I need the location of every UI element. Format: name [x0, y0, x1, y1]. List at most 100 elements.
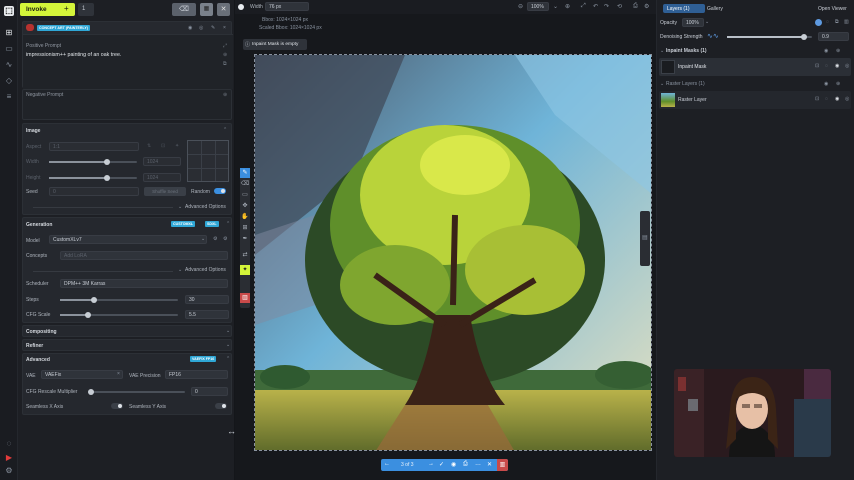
zoom-out-icon[interactable]: ⊖: [518, 3, 523, 10]
negative-add-icon[interactable]: ⊕: [223, 92, 227, 98]
opacity-dropdown-icon[interactable]: ⌄: [705, 19, 709, 25]
raster-visibility-icon[interactable]: ◉: [824, 81, 828, 87]
prompt-add-icon[interactable]: ⊕: [223, 52, 227, 58]
height-input[interactable]: 1024: [143, 173, 181, 182]
batch-count-field[interactable]: 1: [78, 3, 94, 16]
scheduler-select[interactable]: DPM++ 3M Karras: [60, 279, 228, 288]
raster-add-icon[interactable]: ⊕: [836, 81, 840, 87]
height-slider[interactable]: [49, 175, 137, 181]
vae-select[interactable]: VAEFix: [41, 370, 123, 379]
swap-colors-icon[interactable]: ⇄: [240, 250, 250, 260]
zoom-dropdown-icon[interactable]: ⌄: [553, 3, 558, 10]
group-visibility-icon[interactable]: ◉: [824, 48, 828, 54]
prompt-copy-icon[interactable]: ⧉: [223, 61, 227, 67]
lock-aspect-icon[interactable]: ⊡: [161, 143, 165, 149]
zoom-in-icon[interactable]: ⊕: [565, 3, 570, 10]
group-add-icon[interactable]: ⊕: [836, 48, 840, 54]
image-advanced-options[interactable]: Advanced Options: [185, 204, 226, 210]
discard-all-icon[interactable]: ▥: [497, 459, 508, 471]
color-picker-icon[interactable]: ✒: [240, 234, 250, 244]
random-seed-toggle[interactable]: [214, 188, 226, 194]
cfg-rescale-input[interactable]: 0: [191, 387, 228, 396]
cancel-queue-button[interactable]: ▦: [200, 3, 213, 16]
invoke-button[interactable]: Invoke +: [20, 3, 75, 16]
advanced-title[interactable]: Advanced: [26, 357, 50, 363]
eraser-button[interactable]: ⌫: [172, 3, 196, 16]
hand-tool-icon[interactable]: ✋: [240, 212, 250, 222]
cfg-rescale-slider[interactable]: [88, 389, 185, 395]
image-section-title[interactable]: Image: [26, 128, 40, 134]
open-viewer-button[interactable]: Open Viewer: [818, 6, 847, 12]
bbox-tool-icon[interactable]: ⊞: [240, 223, 250, 233]
denoise-slider[interactable]: [727, 34, 812, 40]
canvas-area[interactable]: Width 76 px ⊖ 100% ⌄ ⊕ ⤢ ↶ ↷ ⟲ ⎙ ⚙ Bbox:…: [227, 0, 656, 480]
mask-lock-icon[interactable]: ⊡: [815, 63, 819, 69]
zoom-input[interactable]: 100%: [527, 2, 549, 11]
raster-layers-group[interactable]: ⌄ Raster Layers (1) ◉ ⊕: [659, 79, 851, 89]
fit-icon[interactable]: ⤢: [581, 3, 586, 10]
lightbulb-icon[interactable]: ◌: [4, 439, 14, 449]
reset-icon[interactable]: ⟲: [617, 3, 622, 10]
tab-gallery[interactable]: Gallery: [707, 6, 723, 12]
steps-input[interactable]: 30: [185, 295, 229, 304]
shuffle-seed-button[interactable]: Shuffle Seed: [144, 187, 186, 196]
rectangle-tool-icon[interactable]: ▭: [240, 190, 250, 200]
raster-visibility-toggle-icon[interactable]: ◉: [835, 96, 839, 102]
layer-delete-icon[interactable]: ▥: [844, 19, 849, 25]
compositing-section[interactable]: Compositing ⌄: [22, 325, 232, 337]
advanced-collapse-chevron-icon[interactable]: ⌃: [226, 356, 230, 362]
more-icon[interactable]: …: [475, 461, 481, 467]
next-image-icon[interactable]: →: [428, 461, 434, 467]
negative-prompt-textarea[interactable]: Negative Prompt ⊕: [22, 89, 232, 120]
opacity-input[interactable]: 100%: [682, 18, 704, 27]
discard-icon[interactable]: ✕: [487, 461, 492, 468]
vae-precision-select[interactable]: FP16: [165, 370, 228, 379]
layer-add-icon[interactable]: ◌: [826, 19, 829, 25]
refiner-section[interactable]: Refiner ⌄: [22, 339, 232, 351]
toggle-visibility-icon[interactable]: ◉: [451, 461, 456, 468]
seed-input[interactable]: 0: [49, 187, 139, 196]
brush-width-input[interactable]: 76 px: [265, 2, 309, 11]
prompt-expand-icon[interactable]: ⤢: [223, 43, 227, 49]
width-slider[interactable]: [49, 159, 137, 165]
prev-image-icon[interactable]: ←: [384, 461, 390, 467]
eye-icon[interactable]: ◉: [188, 25, 192, 31]
tab-layers[interactable]: Layers (1): [663, 4, 705, 13]
cfg-slider[interactable]: [60, 312, 178, 318]
raster-settings-icon[interactable]: ◌: [825, 96, 828, 102]
accept-image-icon[interactable]: ✓: [439, 461, 444, 468]
generation-advanced-options[interactable]: Advanced Options: [185, 267, 226, 273]
clear-queue-button[interactable]: ✕: [217, 3, 230, 16]
youtube-icon[interactable]: ▶: [4, 453, 14, 463]
redo-icon[interactable]: ↷: [604, 3, 609, 10]
positive-prompt-textarea[interactable]: Positive Prompt impressionism++ painting…: [23, 34, 233, 89]
mask-settings-icon[interactable]: ◌: [825, 63, 828, 69]
model-select[interactable]: CustomXLv7: [49, 235, 207, 244]
denoise-input[interactable]: 0.9: [818, 32, 849, 41]
delete-icon[interactable]: ▥: [240, 293, 250, 303]
eraser-tool-icon[interactable]: ⌫: [240, 179, 250, 189]
image-tab-icon[interactable]: ▭: [4, 44, 14, 54]
canvas-settings-icon[interactable]: ⚙: [644, 3, 649, 10]
layer-duplicate-icon[interactable]: ⧉: [835, 19, 839, 25]
queue-tab-icon[interactable]: ≡: [4, 92, 14, 102]
model-settings-icon[interactable]: ⚙: [213, 236, 217, 242]
vae-clear-icon[interactable]: ×: [117, 371, 120, 377]
inpaint-mask-layer[interactable]: Inpaint Mask ⊡ ◌ ◉ ◎: [659, 58, 851, 76]
close-preset-icon[interactable]: ×: [223, 25, 226, 31]
generation-section-title[interactable]: Generation: [26, 222, 52, 228]
generated-oak-tree-image[interactable]: [254, 54, 652, 451]
edit-preset-icon[interactable]: ✎: [211, 25, 215, 31]
seamless-x-toggle[interactable]: [111, 403, 123, 409]
concepts-select[interactable]: Add LoRA: [60, 251, 228, 260]
style-preset-tag[interactable]: CONCEPT ART (PAINTERLY): [37, 25, 90, 31]
image-collapse-chevron-icon[interactable]: ⌃: [223, 127, 227, 133]
raster-layer[interactable]: Raster Layer ⊡ ◌ ◉ ◎: [659, 91, 851, 109]
steps-slider[interactable]: [60, 297, 178, 303]
brush-tool-icon[interactable]: ✎: [240, 168, 250, 178]
models-tab-icon[interactable]: ◇: [4, 76, 14, 86]
seamless-y-toggle[interactable]: [215, 403, 227, 409]
save-icon[interactable]: ⎙: [633, 3, 638, 10]
inpaint-masks-group[interactable]: ⌄ Inpaint Masks (1) ◉ ⊕: [659, 46, 851, 56]
aspect-select[interactable]: 1:1: [49, 142, 139, 151]
